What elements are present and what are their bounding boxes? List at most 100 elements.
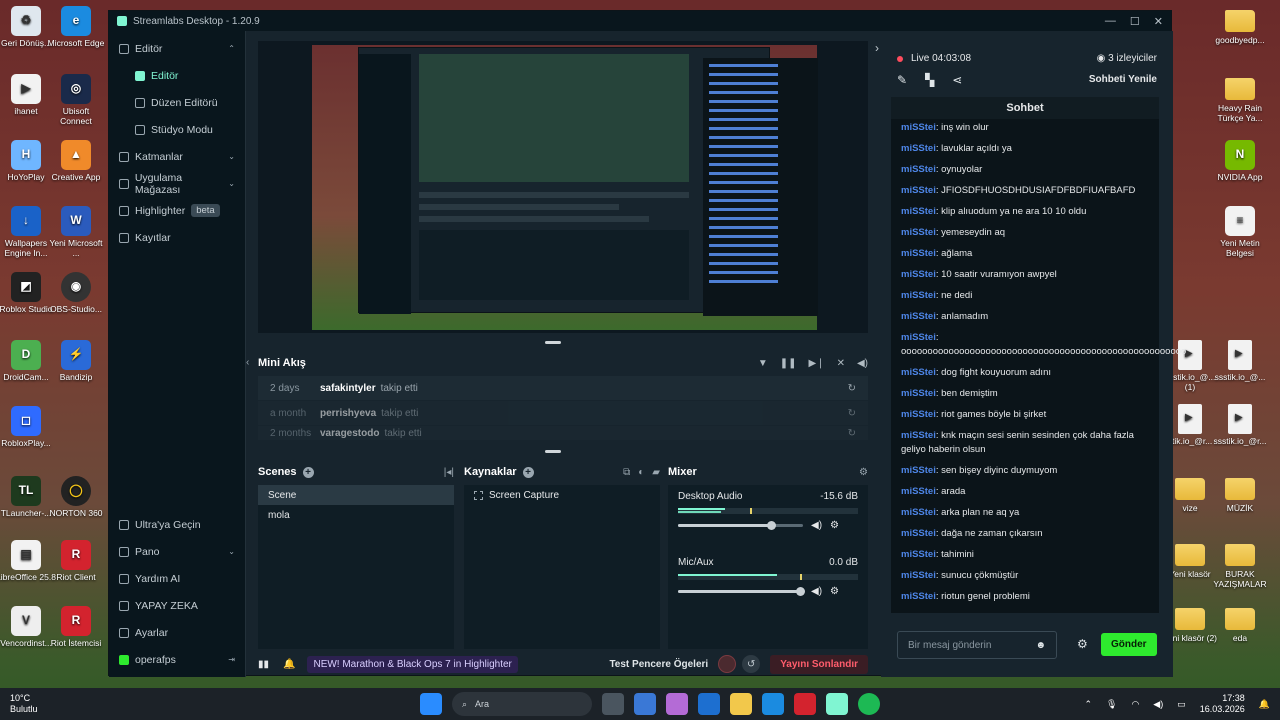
taskbar-search[interactable]: ⌕ Ara	[452, 692, 592, 716]
chat-username[interactable]: miSStei	[901, 570, 936, 581]
stream-preview[interactable]	[258, 41, 868, 333]
notification-bell-icon[interactable]: 🔔	[1259, 699, 1270, 710]
sidebar-item-recordings[interactable]: Kayıtlar	[109, 224, 245, 251]
skip-icon[interactable]: ▶❘	[809, 358, 825, 369]
battery-icon[interactable]: ▭	[1177, 699, 1186, 710]
sidebar-item-settings[interactable]: Ayarlar	[109, 619, 245, 646]
gear-icon[interactable]: ⚙	[859, 467, 868, 478]
streamlabs-icon[interactable]	[826, 693, 848, 715]
resize-handle[interactable]	[545, 450, 561, 453]
desktop-icon-riot-client[interactable]: R Riot Client	[46, 540, 106, 583]
desktop-icon-yeni-metin[interactable]: ≡ Yeni Metin Belgesi	[1210, 206, 1270, 259]
copilot-icon[interactable]	[666, 693, 688, 715]
desktop-icon-roblox-player[interactable]: ◻ RobloxPlay...	[0, 406, 56, 449]
notification-icon[interactable]: 🔔	[283, 659, 295, 670]
chat-username[interactable]: miSStei	[901, 332, 936, 343]
chat-username[interactable]: miSStei	[901, 388, 936, 399]
chat-username[interactable]: miSStei	[901, 591, 936, 602]
chat-username[interactable]: miSStei	[901, 227, 936, 238]
start-icon[interactable]	[420, 693, 442, 715]
chat-username[interactable]: miSStei	[901, 430, 936, 441]
repeat-alert-icon[interactable]: ↻	[848, 428, 856, 439]
minimize-button[interactable]: —	[1105, 15, 1116, 28]
sidebar-item-studio-mode[interactable]: Stüdyo Modu	[109, 116, 245, 143]
sidebar-item-ai[interactable]: YAPAY ZEKA	[109, 592, 245, 619]
desktop-icon-word[interactable]: W Yeni Microsoft ...	[46, 206, 106, 259]
desktop-icon-eda[interactable]: eda	[1210, 604, 1270, 644]
add-source-button[interactable]: +	[522, 466, 534, 478]
send-button[interactable]: Gönder	[1101, 633, 1157, 656]
sidebar-item-app-store[interactable]: Uygulama Mağazası ⌄	[109, 170, 245, 197]
share-icon[interactable]: ⋖	[952, 73, 962, 87]
sidebar-item-help-ai[interactable]: Yardım AI	[109, 565, 245, 592]
desktop-icon-burak[interactable]: BURAK YAZIŞMALAR	[1210, 540, 1270, 590]
sidebar-item-ultra[interactable]: Ultra'ya Geçin	[109, 511, 245, 538]
desktop-icon-obs[interactable]: ◉ OBS-Studio...	[46, 272, 106, 315]
volume-slider[interactable]	[678, 521, 803, 530]
chat-username[interactable]: miSStei	[901, 549, 936, 560]
refresh-chat-button[interactable]: Sohbeti Yenile	[1089, 74, 1157, 85]
folder-icon[interactable]: ▰	[652, 467, 660, 478]
replay-buffer-button[interactable]: ↺	[742, 655, 761, 673]
speaker-icon[interactable]: ◀)	[1153, 699, 1163, 710]
chat-username[interactable]: miSStei	[901, 248, 936, 259]
chat-username[interactable]: miSStei	[901, 528, 936, 539]
volume-icon[interactable]: ◀)	[857, 358, 868, 369]
resize-handle[interactable]	[545, 341, 561, 344]
clock[interactable]: 17:38 16.03.2026	[1200, 693, 1245, 715]
promo-banner[interactable]: NEW! Marathon & Black Ops 7 in Highlight…	[307, 655, 518, 673]
scene-transitions-icon[interactable]: |◂|	[444, 467, 454, 478]
clip-icon[interactable]: ▚	[925, 73, 934, 87]
store-icon[interactable]	[634, 693, 656, 715]
close-button[interactable]: ✕	[1154, 15, 1163, 28]
volume-icon[interactable]: ◀)	[811, 520, 822, 531]
chat-username[interactable]: miSStei	[901, 367, 936, 378]
sidebar-item-layout-editor[interactable]: Düzen Editörü	[109, 89, 245, 116]
filter-icon[interactable]: ▼	[758, 358, 768, 369]
repeat-alert-icon[interactable]: ↻	[848, 408, 856, 419]
source-visibility-icon[interactable]: ◐	[638, 467, 644, 478]
chat-input[interactable]: Bir mesaj gönderin ☻	[897, 631, 1057, 659]
sidebar-item-highlighter[interactable]: Highlighter beta	[109, 197, 245, 224]
chat-username[interactable]: miSStei	[901, 206, 936, 217]
file-explorer-icon[interactable]	[730, 693, 752, 715]
desktop-icon-ssstik-4[interactable]: ssstik.io_@r...	[1210, 404, 1270, 447]
desktop-icon-edge[interactable]: e Microsoft Edge	[46, 6, 106, 49]
edit-icon[interactable]: ✎	[897, 73, 907, 87]
chat-username[interactable]: miSStei	[901, 185, 936, 196]
source-item[interactable]: Screen Capture	[464, 485, 660, 505]
logout-icon[interactable]: ⇥	[228, 655, 235, 664]
sidebar-item-editor[interactable]: Editör	[109, 62, 245, 89]
source-group-icon[interactable]: ⧉	[623, 467, 630, 478]
sidebar-item-account[interactable]: operafps ⇥	[109, 646, 245, 673]
desktop-icon-muzik[interactable]: MÜZİK	[1210, 474, 1270, 514]
wifi-icon[interactable]: ◠	[1131, 699, 1139, 710]
scene-item[interactable]: Scene	[258, 485, 454, 505]
desktop-icon-bandizip[interactable]: ⚡ Bandizip	[46, 340, 106, 383]
mic-icon[interactable]: 🎙	[1106, 699, 1117, 710]
end-stream-button[interactable]: Yayını Sonlandır	[770, 654, 868, 674]
task-view-icon[interactable]	[602, 693, 624, 715]
record-button[interactable]	[718, 655, 737, 673]
spotify-icon[interactable]	[858, 693, 880, 715]
sidebar-item-editor-group[interactable]: Editör ⌃	[109, 35, 245, 62]
emoji-icon[interactable]: ☻	[1035, 640, 1046, 651]
desktop-icon-nvidia-app[interactable]: N NVIDIA App	[1210, 140, 1270, 183]
repeat-alert-icon[interactable]: ↻	[848, 383, 856, 394]
desktop-icon-heavy-rain[interactable]: Heavy Rain Türkçe Ya...	[1210, 74, 1270, 124]
chat-username[interactable]: miSStei	[901, 164, 936, 175]
chat-settings-icon[interactable]: ⚙	[1077, 637, 1088, 651]
chat-username[interactable]: miSStei	[901, 290, 936, 301]
sidebar-item-dashboard[interactable]: Pano ⌄	[109, 538, 245, 565]
scene-item[interactable]: mola	[258, 505, 454, 525]
gear-icon[interactable]: ⚙	[830, 586, 839, 597]
gear-icon[interactable]: ⚙	[830, 520, 839, 531]
desktop-icon-riot-istemcisi[interactable]: R Riot İstemcisi	[46, 606, 106, 649]
chat-username[interactable]: miSStei	[901, 122, 936, 133]
stats-icon[interactable]: ▮▮	[258, 659, 269, 670]
desktop-icon-goodbyedp[interactable]: goodbyedp...	[1210, 6, 1270, 46]
desktop-icon-ssstik-2[interactable]: ssstik.io_@...	[1210, 340, 1270, 383]
volume-icon[interactable]: ◀)	[811, 586, 822, 597]
chat-username[interactable]: miSStei	[901, 465, 936, 476]
sidebar-item-layers[interactable]: Katmanlar ⌄	[109, 143, 245, 170]
